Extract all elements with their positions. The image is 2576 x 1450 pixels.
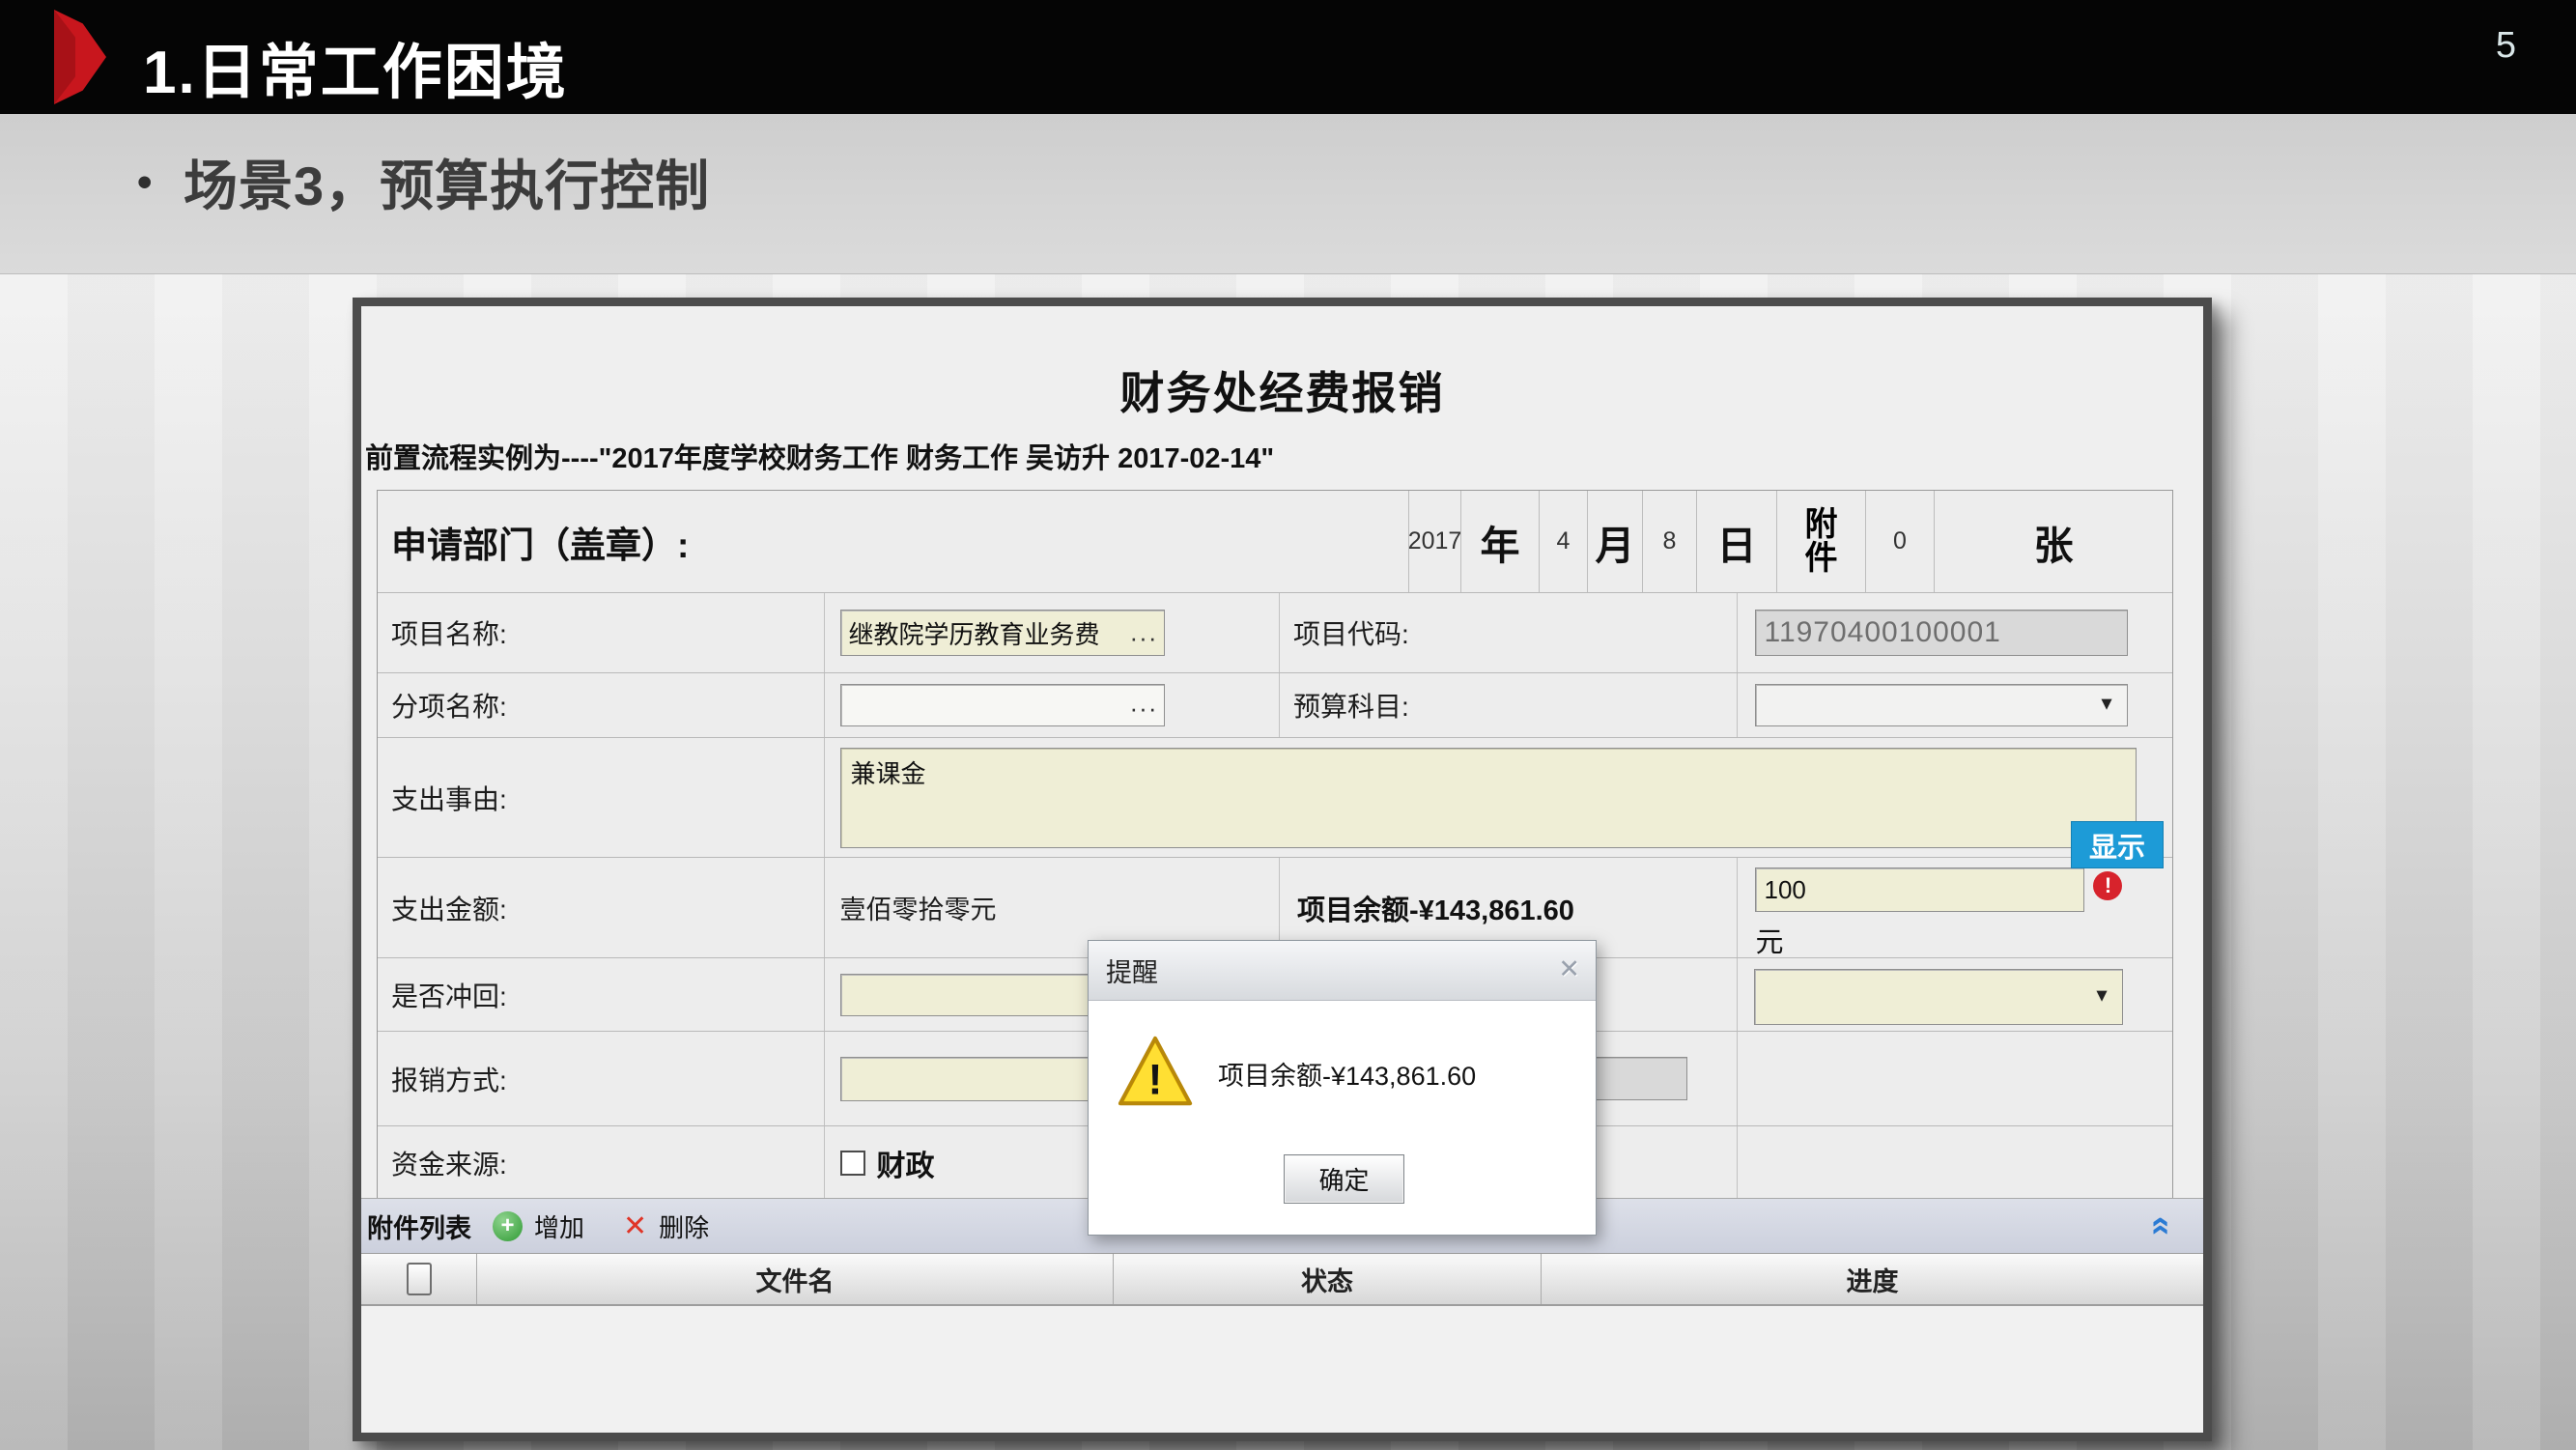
day-value: 8	[1663, 527, 1677, 555]
day-unit: 日	[1717, 513, 1757, 571]
attachment-list-title: 附件列表	[367, 1208, 471, 1245]
page-number: 5	[2496, 25, 2516, 67]
column-status[interactable]: 状态	[1113, 1254, 1541, 1304]
svg-text:!: !	[1148, 1056, 1163, 1103]
amount-input[interactable]: 100	[1755, 867, 2084, 912]
form-row-project: 项目名称: 继教院学历教育业务费 ··· 项目代码: 1197040010000…	[378, 592, 2172, 672]
add-button[interactable]: 增加	[534, 1208, 584, 1244]
project-balance-text: 项目余额-¥143,861.60	[1280, 888, 1574, 928]
slide: 1.日常工作困境 5 • 场景3，预算执行控制 财务处经费报销 前置流程实例为-…	[0, 0, 2576, 1450]
month-unit: 月	[1596, 513, 1635, 571]
pre-process-note: 前置流程实例为----"2017年度学校财务工作 财务工作 吴访升 2017-0…	[365, 436, 1274, 476]
subtitle-band: • 场景3，预算执行控制	[0, 114, 2576, 274]
close-icon[interactable]: ✕	[1558, 954, 1580, 984]
slide-title: 1.日常工作困境	[143, 23, 568, 110]
chevron-down-icon: ▼	[2093, 986, 2111, 1008]
budget-subject-dropdown[interactable]: ▼	[1755, 684, 2128, 726]
delete-button[interactable]: 删除	[659, 1208, 709, 1244]
fund-source-checkbox[interactable]	[840, 1151, 865, 1176]
project-code-label: 项目代码:	[1280, 613, 1409, 652]
reason-textarea[interactable]: 兼课金	[840, 748, 2137, 848]
year-value: 2017	[1408, 527, 1462, 555]
delete-icon[interactable]: ✕	[623, 1209, 647, 1243]
reason-label: 支出事由:	[378, 779, 507, 817]
form-title: 财务处经费报销	[361, 358, 2203, 422]
attachment-label: 附件	[1802, 508, 1841, 575]
form-row-reason: 支出事由: 兼课金	[378, 737, 2172, 857]
project-name-input[interactable]: 继教院学历教育业务费 ···	[840, 610, 1165, 656]
alert-dialog: 提醒 ✕ ! 项目余额-¥143,861.60 确定	[1088, 940, 1597, 1236]
subitem-input[interactable]: ···	[840, 684, 1165, 726]
year-unit: 年	[1481, 513, 1520, 571]
subitem-picker-icon[interactable]: ···	[1130, 694, 1158, 724]
column-filename[interactable]: 文件名	[476, 1254, 1113, 1304]
project-name-value: 继教院学历教育业务费	[849, 615, 1100, 651]
month-value: 4	[1557, 527, 1571, 555]
chevron-down-icon: ▼	[2098, 695, 2116, 716]
app-screenshot: 财务处经费报销 前置流程实例为----"2017年度学校财务工作 财务工作 吴访…	[353, 298, 2212, 1441]
project-code-value: 11970400100001	[1764, 616, 2000, 649]
fund-source-option: 财政	[877, 1142, 935, 1184]
subitem-label: 分项名称:	[378, 686, 507, 725]
amount-label: 支出金额:	[378, 889, 507, 927]
amount-unit: 元	[1755, 920, 1783, 960]
column-progress[interactable]: 进度	[1541, 1254, 2203, 1304]
apply-dept-label: 申请部门（盖章）:	[378, 516, 689, 568]
bullet-icon: •	[137, 168, 158, 197]
project-name-label: 项目名称:	[378, 613, 507, 652]
form-row-subitem: 分项名称: ··· 预算科目: ▼	[378, 672, 2172, 737]
reverse-dropdown[interactable]: ▼	[1754, 969, 2123, 1025]
title-bar: 1.日常工作困境 5	[0, 0, 2576, 114]
select-all-checkbox[interactable]	[407, 1263, 432, 1295]
attachment-table-body	[361, 1306, 2203, 1433]
reimburse-label: 报销方式:	[378, 1060, 507, 1098]
project-name-picker-icon[interactable]: ···	[1130, 623, 1158, 653]
amount-value: 100	[1764, 875, 1805, 905]
attachment-count: 0	[1893, 527, 1907, 555]
ok-button[interactable]: 确定	[1284, 1154, 1404, 1204]
show-button[interactable]: 显示	[2071, 821, 2164, 868]
collapse-up-icon[interactable]: «	[2145, 1216, 2180, 1236]
project-code-input: 11970400100001	[1755, 610, 2128, 656]
reverse-label: 是否冲回:	[378, 976, 507, 1014]
attachment-unit: 张	[2034, 513, 2074, 571]
warning-triangle-icon: !	[1116, 1034, 1195, 1113]
subtitle-text: 场景3，预算执行控制	[184, 143, 710, 221]
dialog-title: 提醒	[1106, 952, 1158, 989]
add-icon[interactable]: +	[493, 1211, 523, 1241]
fund-source-label: 资金来源:	[378, 1144, 507, 1182]
form-row-dept-date: 申请部门（盖章）: 2017 年 4 月 8 日 附件 0 张	[378, 491, 2172, 592]
attachment-table-header: 文件名 状态 进度	[361, 1254, 2203, 1306]
error-badge-icon: !	[2093, 871, 2122, 900]
budget-subject-label: 预算科目:	[1280, 686, 1409, 725]
amount-in-words: 壹佰零拾零元	[825, 889, 997, 926]
dialog-title-bar[interactable]: 提醒 ✕	[1089, 941, 1596, 1001]
dialog-message: 项目余额-¥143,861.60	[1218, 1055, 1476, 1093]
